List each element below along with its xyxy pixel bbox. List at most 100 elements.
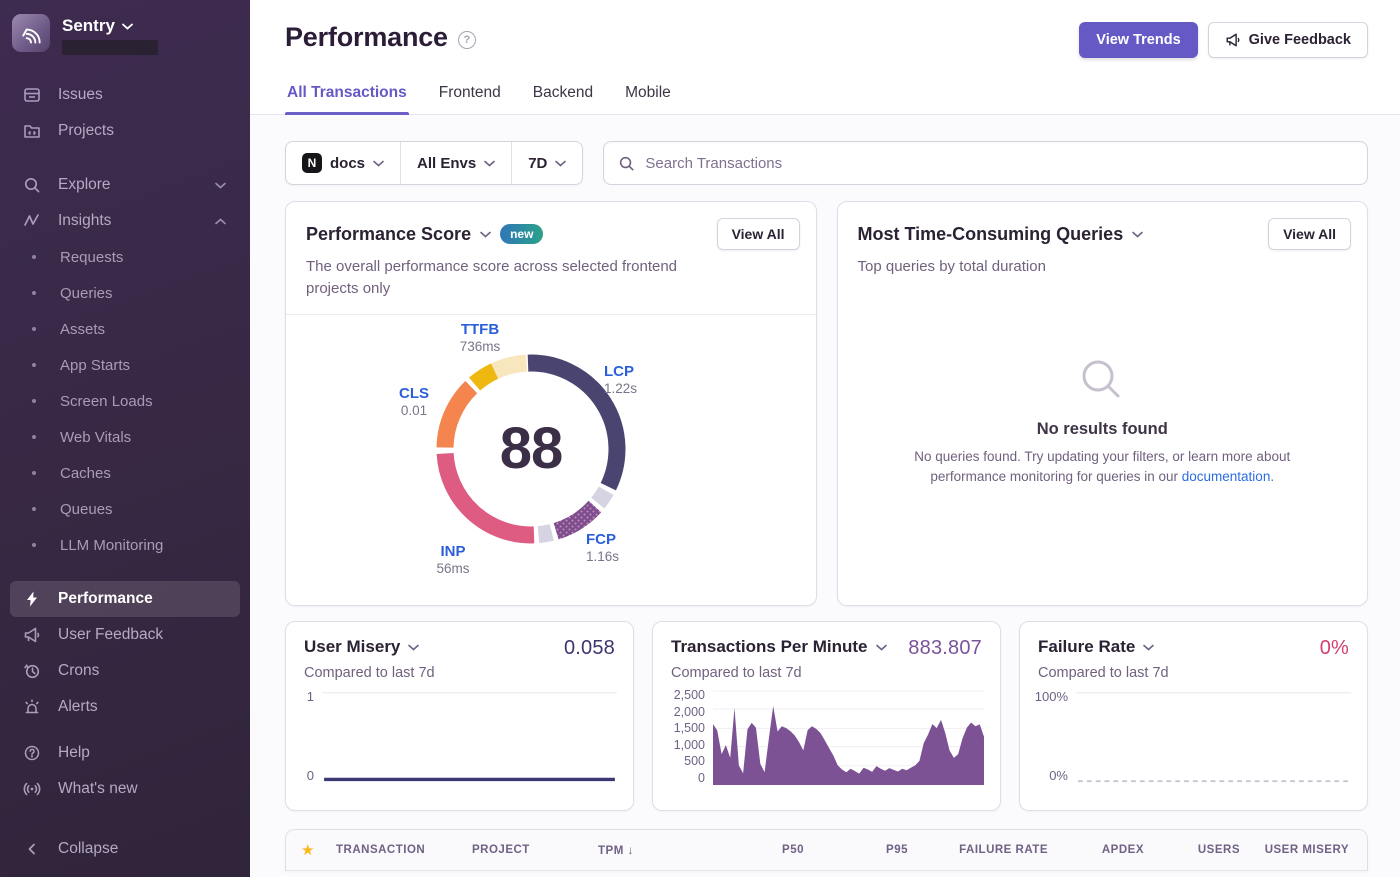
y-tick: 2,000 [674,706,705,719]
org-name-redacted [62,40,158,55]
view-trends-button[interactable]: View Trends [1079,22,1197,58]
sidebar-item-label: Issues [58,86,103,104]
column-tpm[interactable]: TPM ↓ [592,843,710,857]
chevron-down-icon[interactable] [876,644,887,651]
megaphone-icon [22,626,42,644]
sidebar-item-label: Projects [58,122,114,140]
sidebar-item-label: Insights [58,212,111,230]
performance-score-chart: 88 TTFB 736ms LCP 1.22s CLS 0.01 [286,314,816,605]
time-consuming-queries-card: Most Time-Consuming Queries View All Top… [837,201,1369,606]
bullet-icon [24,399,44,403]
sidebar-collapse-button[interactable]: Collapse [0,831,250,867]
tab-all-transactions[interactable]: All Transactions [285,78,409,114]
column-user-misery[interactable]: USER MISERY [1258,844,1367,856]
date-range-selector[interactable]: 7D [511,142,582,184]
column-label: TPM [598,845,624,857]
column-transaction[interactable]: TRANSACTION [330,844,466,856]
sidebar-item-alerts[interactable]: Alerts [0,689,250,725]
help-tooltip-icon[interactable]: ? [458,31,476,49]
column-failure-rate[interactable]: FAILURE RATE [926,844,1066,856]
megaphone-icon [1225,32,1241,48]
sidebar-item-queries[interactable]: Queries [0,275,250,311]
sidebar-item-assets[interactable]: Assets [0,311,250,347]
empty-state-body: No queries found. Try updating your filt… [912,447,1292,488]
environment-selector[interactable]: All Envs [400,142,511,184]
bullet-icon [24,291,44,295]
tab-mobile[interactable]: Mobile [623,78,673,114]
project-selector[interactable]: N docs [286,142,400,184]
give-feedback-button[interactable]: Give Feedback [1208,22,1368,58]
y-tick: 0% [1049,768,1068,783]
sidebar-item-crons[interactable]: Crons [0,653,250,689]
bullet-icon [24,327,44,331]
performance-score-card: Performance Score new View All The overa… [285,201,817,606]
bullet-icon [24,435,44,439]
insights-icon [22,212,42,230]
new-badge: new [500,224,543,244]
chevron-down-icon[interactable] [1143,644,1154,651]
app-root: Sentry Issues Projects [0,0,1400,877]
card-subtitle: Compared to last 7d [653,660,1000,681]
star-icon[interactable]: ★ [286,841,330,859]
page-title: Performance [285,22,448,53]
sidebar-item-llm-monitoring[interactable]: LLM Monitoring [0,527,250,563]
project-selector-label: docs [330,155,365,172]
tab-backend[interactable]: Backend [531,78,595,114]
sidebar-item-label: App Starts [60,357,130,374]
sidebar-item-requests[interactable]: Requests [0,239,250,275]
sidebar-item-issues[interactable]: Issues [0,77,250,113]
clock-icon [22,662,42,680]
card-title: Performance Score [306,224,471,245]
org-switcher[interactable]: Sentry [0,0,250,63]
y-tick: 500 [684,755,705,768]
sidebar-item-insights[interactable]: Insights [0,203,250,239]
card-description: The overall performance score across sel… [286,250,706,314]
sidebar-item-queues[interactable]: Queues [0,491,250,527]
chevron-down-icon[interactable] [480,231,491,238]
sidebar-item-projects[interactable]: Projects [0,113,250,149]
chevron-down-icon[interactable] [1132,231,1143,238]
view-all-button[interactable]: View All [717,218,800,250]
vital-value: 0.01 [374,403,454,418]
chevron-down-icon [122,23,133,30]
table-header-row: ★ TRANSACTION PROJECT TPM ↓ P50 P95 FAIL… [286,830,1367,871]
card-description: Top queries by total duration [838,250,1258,292]
tpm-chart: 2,500 2,000 1,500 1,000 500 0 [653,681,1000,785]
y-tick: 100% [1035,689,1068,704]
sort-desc-icon: ↓ [627,843,634,857]
button-label: Give Feedback [1249,32,1351,48]
sidebar-item-performance[interactable]: Performance [10,581,240,617]
column-apdex[interactable]: APDEX [1066,844,1162,856]
vital-name: TTFB [436,321,524,338]
chevron-left-icon [22,842,42,856]
sidebar-item-screen-loads[interactable]: Screen Loads [0,383,250,419]
sidebar-item-label: LLM Monitoring [60,537,163,554]
tab-frontend[interactable]: Frontend [437,78,503,114]
sidebar-item-whats-new[interactable]: What's new [0,771,250,807]
chevron-down-icon[interactable] [408,644,419,651]
column-p95[interactable]: P95 [822,844,926,856]
column-project[interactable]: PROJECT [466,844,592,856]
documentation-link[interactable]: documentation [1182,469,1271,484]
sidebar-item-help[interactable]: Help [0,735,250,771]
sidebar-item-label: Screen Loads [60,393,153,410]
bullet-icon [24,507,44,511]
sidebar-item-user-feedback[interactable]: User Feedback [0,617,250,653]
chevron-down-icon [373,160,384,167]
tabbar: All Transactions Frontend Backend Mobile [250,78,1400,115]
column-users[interactable]: USERS [1162,844,1258,856]
column-p50[interactable]: P50 [710,844,822,856]
sidebar-item-explore[interactable]: Explore [0,167,250,203]
search-input[interactable] [645,155,1353,172]
y-tick: 0 [307,768,314,783]
y-tick: 0 [698,772,705,785]
user-misery-card: User Misery 0.058 Compared to last 7d 1 … [285,621,634,811]
vital-name: FCP [586,531,656,548]
sidebar-item-label: Caches [60,465,111,482]
sidebar-item-caches[interactable]: Caches [0,455,250,491]
view-all-button[interactable]: View All [1268,218,1351,250]
issues-icon [22,86,42,104]
sidebar-item-app-starts[interactable]: App Starts [0,347,250,383]
sidebar-item-web-vitals[interactable]: Web Vitals [0,419,250,455]
vital-value: 1.16s [586,549,656,564]
